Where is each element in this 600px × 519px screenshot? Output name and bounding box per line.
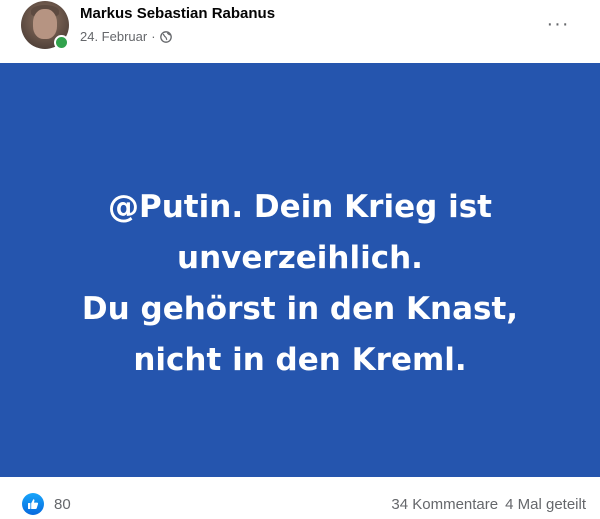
- reaction-count[interactable]: 80: [54, 496, 71, 513]
- post-header: Markus Sebastian Rabanus 24. Februar · ·…: [0, 0, 600, 63]
- more-options-button[interactable]: ···: [542, 10, 574, 38]
- author-name[interactable]: Markus Sebastian Rabanus: [80, 5, 275, 22]
- post-image[interactable]: @Putin. Dein Krieg ist unverzeihlich. Du…: [0, 63, 600, 477]
- facebook-post: Markus Sebastian Rabanus 24. Februar · ·…: [0, 0, 600, 519]
- post-footer: 80 34 Kommentare 4 Mal geteilt: [0, 477, 600, 519]
- image-text-line: @Putin. Dein Krieg ist: [108, 189, 492, 225]
- online-status-dot: [54, 35, 69, 50]
- globe-icon[interactable]: [159, 30, 172, 43]
- shares-count-link[interactable]: 4 Mal geteilt: [505, 496, 586, 513]
- post-date[interactable]: 24. Februar: [80, 29, 147, 44]
- post-image-text: @Putin. Dein Krieg ist unverzeihlich. Du…: [82, 182, 518, 386]
- post-meta: 24. Februar ·: [80, 29, 172, 44]
- meta-separator: ·: [151, 29, 156, 44]
- engagement-summary: 34 Kommentare 4 Mal geteilt: [391, 496, 586, 513]
- image-text-line: unverzeihlich.: [177, 240, 423, 276]
- ellipsis-icon: ···: [546, 12, 570, 35]
- author-avatar[interactable]: [21, 1, 69, 50]
- image-text-line: Du gehörst in den Knast,: [81, 291, 519, 327]
- image-text-line: nicht in den Kreml.: [133, 342, 467, 378]
- avatar-face: [33, 9, 57, 39]
- like-icon[interactable]: [22, 493, 44, 515]
- comments-count-link[interactable]: 34 Kommentare: [391, 496, 498, 513]
